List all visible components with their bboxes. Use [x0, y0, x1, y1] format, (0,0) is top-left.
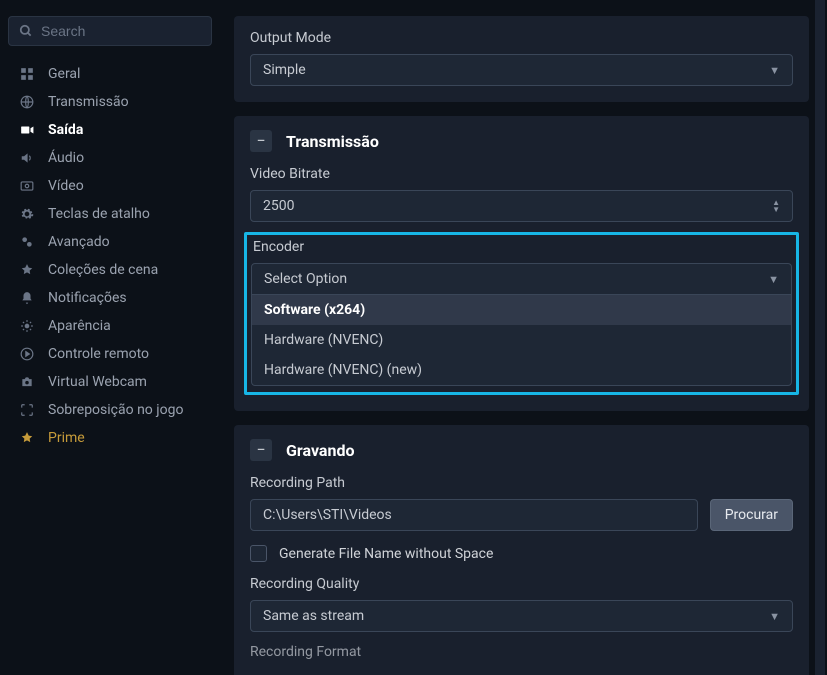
section-header: − Transmissão — [250, 130, 793, 152]
sidebar-item-label: Saída — [48, 122, 83, 138]
output-icon — [18, 123, 36, 137]
transmissao-panel: − Transmissão Video Bitrate 2500 ▲▼ Enco… — [234, 116, 809, 411]
star-icon — [18, 431, 36, 445]
main-content: Output Mode Simple ▼ − Transmissão Video… — [220, 0, 827, 675]
output-mode-label: Output Mode — [250, 30, 793, 46]
sidebar-item-video[interactable]: Vídeo — [8, 172, 212, 200]
sidebar-item-geral[interactable]: Geral — [8, 60, 212, 88]
no-space-row[interactable]: Generate File Name without Space — [250, 545, 793, 562]
search-input[interactable] — [41, 23, 222, 39]
sidebar-item-audio[interactable]: Áudio — [8, 144, 212, 172]
chevron-down-icon: ▼ — [768, 273, 779, 286]
overlay-icon — [18, 403, 36, 417]
sidebar-item-aparencia[interactable]: Aparência — [8, 312, 212, 340]
video-bitrate-label: Video Bitrate — [250, 166, 793, 182]
sidebar: Geral Transmissão Saída Áudio Vídeo Tecl… — [0, 0, 220, 675]
chevron-down-icon: ▼ — [769, 64, 780, 77]
sidebar-item-label: Sobreposição no jogo — [48, 402, 183, 418]
sidebar-item-transmissao[interactable]: Transmissão — [8, 88, 212, 116]
encoder-option[interactable]: Software (x264) — [252, 295, 791, 325]
sidebar-item-notificacoes[interactable]: Notificações — [8, 284, 212, 312]
video-bitrate-input[interactable]: 2500 ▲▼ — [250, 190, 793, 222]
video-bitrate-value: 2500 — [263, 198, 294, 214]
globe-icon — [18, 95, 36, 109]
no-space-label: Generate File Name without Space — [279, 546, 493, 562]
sidebar-item-avancado[interactable]: Avançado — [8, 228, 212, 256]
scene-icon — [18, 263, 36, 277]
sidebar-item-label: Prime — [48, 430, 85, 446]
appearance-icon — [18, 319, 36, 333]
sidebar-item-label: Teclas de atalho — [48, 206, 150, 222]
sidebar-item-label: Coleções de cena — [48, 262, 158, 278]
collapse-button[interactable]: − — [250, 130, 272, 152]
output-mode-panel: Output Mode Simple ▼ — [234, 16, 809, 102]
sidebar-item-colecoes[interactable]: Coleções de cena — [8, 256, 212, 284]
sidebar-item-teclas[interactable]: Teclas de atalho — [8, 200, 212, 228]
spinner-icon[interactable]: ▲▼ — [772, 199, 780, 213]
encoder-label: Encoder — [251, 239, 792, 255]
sidebar-item-label: Aparência — [48, 318, 111, 334]
sidebar-item-label: Transmissão — [48, 94, 129, 110]
sidebar-item-label: Notificações — [48, 290, 127, 306]
section-title: Gravando — [286, 441, 355, 460]
recording-quality-select[interactable]: Same as stream ▼ — [250, 600, 793, 632]
sidebar-item-label: Áudio — [48, 150, 84, 166]
audio-icon — [18, 151, 36, 165]
sidebar-item-prime[interactable]: Prime — [8, 424, 212, 452]
search-box[interactable] — [8, 16, 212, 46]
gear-icon — [18, 207, 36, 221]
play-icon — [18, 347, 36, 361]
encoder-option[interactable]: Hardware (NVENC) (new) — [252, 355, 791, 385]
chevron-down-icon: ▼ — [769, 610, 780, 623]
sidebar-item-label: Geral — [48, 66, 80, 82]
sidebar-item-label: Vídeo — [48, 178, 84, 194]
bell-icon — [18, 291, 36, 305]
sidebar-item-label: Virtual Webcam — [48, 374, 147, 390]
section-header: − Gravando — [250, 439, 793, 461]
advanced-icon — [18, 235, 36, 249]
grid-icon — [18, 67, 36, 81]
sidebar-item-label: Controle remoto — [48, 346, 149, 362]
sidebar-item-saida[interactable]: Saída — [8, 116, 212, 144]
encoder-dropdown: Software (x264) Hardware (NVENC) Hardwar… — [251, 295, 792, 386]
video-icon — [18, 179, 36, 193]
encoder-highlight: Encoder Select Option ▼ Software (x264) … — [244, 232, 799, 395]
encoder-select[interactable]: Select Option ▼ — [251, 263, 792, 295]
output-mode-select[interactable]: Simple ▼ — [250, 54, 793, 86]
recording-format-label: Recording Format — [250, 644, 793, 660]
sidebar-item-label: Avançado — [48, 234, 110, 250]
checkbox[interactable] — [250, 545, 267, 562]
recording-path-input[interactable]: C:\Users\STI\Videos — [250, 499, 698, 531]
recording-quality-value: Same as stream — [263, 608, 364, 624]
encoder-option[interactable]: Hardware (NVENC) — [252, 325, 791, 355]
browse-button[interactable]: Procurar — [710, 499, 793, 531]
sidebar-item-webcam[interactable]: Virtual Webcam — [8, 368, 212, 396]
output-mode-value: Simple — [263, 62, 306, 78]
encoder-placeholder: Select Option — [264, 271, 347, 287]
camera-icon — [18, 375, 36, 389]
gravando-panel: − Gravando Recording Path C:\Users\STI\V… — [234, 425, 809, 675]
recording-path-label: Recording Path — [250, 475, 793, 491]
recording-path-value: C:\Users\STI\Videos — [263, 507, 392, 523]
scrollbar[interactable] — [815, 0, 825, 675]
section-title: Transmissão — [286, 132, 379, 151]
sidebar-item-sobreposicao[interactable]: Sobreposição no jogo — [8, 396, 212, 424]
sidebar-item-controle[interactable]: Controle remoto — [8, 340, 212, 368]
recording-quality-label: Recording Quality — [250, 576, 793, 592]
collapse-button[interactable]: − — [250, 439, 272, 461]
search-icon — [19, 24, 33, 38]
